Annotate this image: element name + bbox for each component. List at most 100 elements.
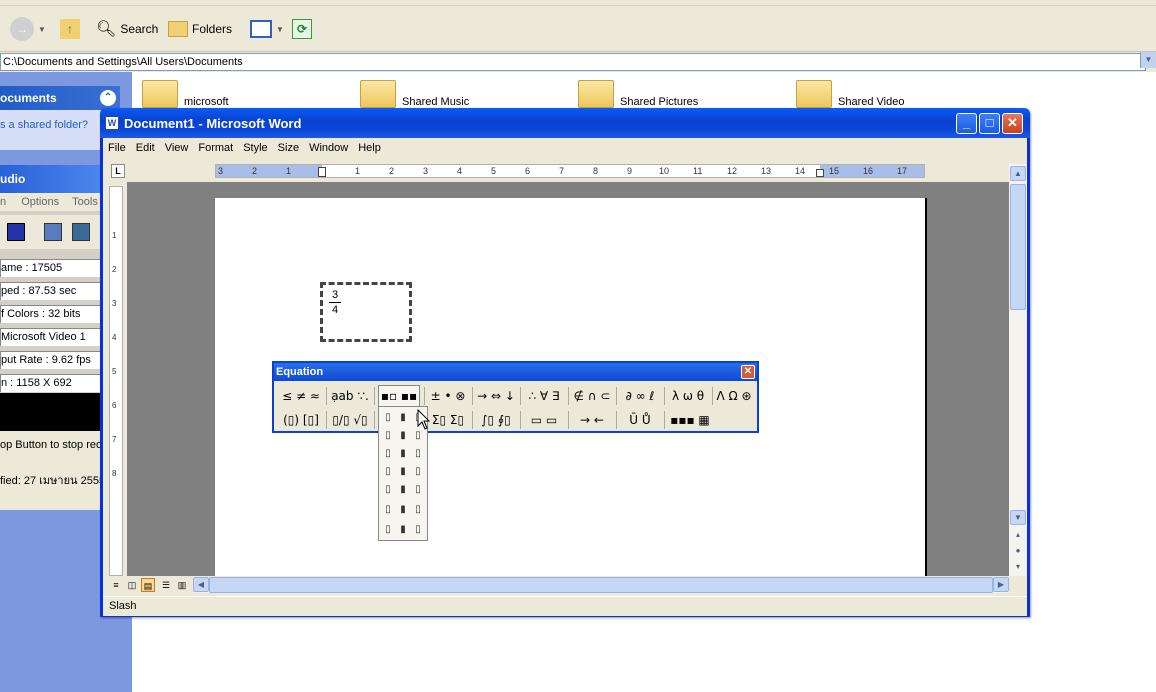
- scroll-right-icon[interactable]: ▶: [993, 577, 1009, 592]
- palette-item[interactable]: ▮: [396, 523, 410, 537]
- stop-icon[interactable]: [7, 223, 25, 241]
- fence-templates-button[interactable]: (▯) [▯]: [280, 409, 322, 431]
- equation-object[interactable]: 3 4: [320, 282, 412, 342]
- menu-file[interactable]: File: [103, 142, 131, 154]
- close-button[interactable]: ✕: [1002, 113, 1023, 134]
- palette-item[interactable]: ▮: [396, 447, 410, 461]
- address-input[interactable]: C:\Documents and Settings\All Users\Docu…: [0, 53, 1146, 71]
- tab-selector[interactable]: L: [111, 164, 125, 178]
- task-pane-header[interactable]: ocuments ⌃: [0, 86, 120, 110]
- forward-button[interactable]: → ▼: [10, 16, 46, 42]
- palette-item[interactable]: ▯: [381, 483, 395, 497]
- video-icon[interactable]: [72, 223, 90, 241]
- left-indent-marker[interactable]: [318, 167, 326, 177]
- scroll-left-icon[interactable]: ◀: [193, 577, 209, 592]
- palette-item[interactable]: ▯: [381, 429, 395, 443]
- palette-item[interactable]: ▯: [411, 523, 425, 537]
- vertical-ruler[interactable]: 1 2 3 4 5 6 7 8: [109, 186, 123, 576]
- word-titlebar[interactable]: W Document1 - Microsoft Word _ □ ✕: [100, 108, 1030, 138]
- menu-item[interactable]: n: [0, 196, 6, 208]
- folders-button[interactable]: Folders: [168, 16, 232, 42]
- scroll-up-icon[interactable]: ▲: [1010, 166, 1026, 181]
- palette-item[interactable]: ▯: [411, 483, 425, 497]
- menu-tools[interactable]: Tools: [72, 196, 98, 208]
- print-layout-icon[interactable]: ▤: [141, 578, 155, 592]
- relational-symbols-button[interactable]: ≤ ≠ ≈: [280, 385, 322, 407]
- palette-item[interactable]: ▯: [411, 465, 425, 479]
- web-layout-icon[interactable]: ◫: [125, 578, 139, 592]
- palette-item[interactable]: ▯: [381, 465, 395, 479]
- address-dropdown-icon[interactable]: ▼: [1140, 52, 1156, 68]
- menu-size[interactable]: Size: [273, 142, 304, 154]
- fraction-denominator[interactable]: 4: [329, 303, 341, 317]
- scroll-down-icon[interactable]: ▼: [1010, 510, 1026, 525]
- greek-uppercase-button[interactable]: Λ Ω ⊛: [714, 385, 754, 407]
- palette-item[interactable]: ▮: [396, 429, 410, 443]
- views-button[interactable]: ▼: [250, 16, 284, 42]
- minimize-button[interactable]: _: [956, 113, 977, 134]
- vertical-scrollbar[interactable]: ▲ ▼ ▴ ● ▾: [1009, 164, 1027, 578]
- maximize-button[interactable]: □: [979, 113, 1000, 134]
- menu-format[interactable]: Format: [193, 142, 238, 154]
- menu-edit[interactable]: Edit: [131, 142, 160, 154]
- folder-item[interactable]: Shared Video: [796, 80, 904, 108]
- palette-item[interactable]: ▯: [411, 429, 425, 443]
- refresh-button[interactable]: ⟳: [292, 16, 312, 42]
- search-button[interactable]: 🔍︎ Search: [96, 16, 158, 42]
- separator: [326, 411, 327, 429]
- folder-item[interactable]: microsoft: [142, 80, 229, 108]
- palette-item[interactable]: ▯: [381, 411, 395, 425]
- up-folder-button[interactable]: ↑: [60, 16, 80, 42]
- spaces-ellipses-button[interactable]: ạab ∵.: [330, 385, 370, 407]
- menu-view[interactable]: View: [160, 142, 194, 154]
- underbar-overbar-button[interactable]: ▭ ▭: [524, 409, 564, 431]
- labeled-arrow-button[interactable]: → ←: [572, 409, 612, 431]
- palette-item[interactable]: ▮: [396, 465, 410, 479]
- vertical-scroll-thumb[interactable]: [1010, 184, 1026, 310]
- misc-symbols-button[interactable]: ∂ ∞ ℓ: [620, 385, 660, 407]
- operator-symbols-button[interactable]: ± • ⊗: [428, 385, 468, 407]
- embellishments-button[interactable]: ▪▫ ▪▪: [378, 385, 420, 407]
- horizontal-scroll-thumb[interactable]: [209, 577, 993, 593]
- palette-item[interactable]: ▯: [411, 447, 425, 461]
- menu-options[interactable]: Options: [21, 196, 59, 208]
- palette-item[interactable]: ▮: [396, 411, 410, 425]
- palette-item[interactable]: ▮: [396, 483, 410, 497]
- logical-symbols-button[interactable]: ∴ ∀ ∃: [524, 385, 564, 407]
- palette-item[interactable]: ▯: [381, 447, 395, 461]
- collapse-icon[interactable]: ⌃: [100, 90, 116, 106]
- matrix-templates-button[interactable]: ▪▪▪ ▦: [668, 409, 712, 431]
- normal-view-icon[interactable]: ≡: [109, 578, 123, 592]
- horizontal-scrollbar[interactable]: ◀ ▶: [193, 577, 1009, 593]
- palette-item[interactable]: ▯: [381, 503, 395, 517]
- word-app-icon[interactable]: W: [105, 116, 119, 130]
- prev-page-icon[interactable]: ▴: [1010, 528, 1026, 543]
- equation-toolbar-title[interactable]: Equation ✕: [274, 363, 757, 381]
- folder-item[interactable]: Shared Music: [360, 80, 469, 108]
- set-theory-button[interactable]: ∉ ∩ ⊂: [572, 385, 612, 407]
- menu-style[interactable]: Style: [238, 142, 272, 154]
- menu-help[interactable]: Help: [353, 142, 386, 154]
- fraction-radical-button[interactable]: ▯/▯ √▯: [330, 409, 370, 431]
- settings-icon[interactable]: [44, 223, 62, 241]
- integral-button[interactable]: ∫▯ ∮▯: [476, 409, 516, 431]
- summation-button[interactable]: Σ▯ Σ▯: [428, 409, 468, 431]
- equation-close-button[interactable]: ✕: [741, 365, 755, 379]
- reading-layout-icon[interactable]: ▥: [175, 578, 189, 592]
- palette-item[interactable]: ▯: [381, 523, 395, 537]
- palette-item[interactable]: ▮: [396, 503, 410, 517]
- arrow-symbols-button[interactable]: → ⇔ ↓: [476, 385, 516, 407]
- browse-object-icon[interactable]: ●: [1010, 544, 1026, 559]
- folder-item[interactable]: Shared Pictures: [578, 80, 698, 108]
- fraction[interactable]: 3 4: [329, 288, 341, 317]
- menu-window[interactable]: Window: [304, 142, 353, 154]
- shared-folder-link[interactable]: s a shared folder?: [0, 119, 88, 131]
- outline-view-icon[interactable]: ☰: [159, 578, 173, 592]
- right-indent-marker[interactable]: [816, 169, 824, 177]
- greek-lowercase-button[interactable]: λ ω θ: [668, 385, 708, 407]
- palette-item[interactable]: ▯: [411, 503, 425, 517]
- next-page-icon[interactable]: ▾: [1010, 560, 1026, 575]
- horizontal-ruler[interactable]: 3 2 1 1 2 3 4 5 6 7 8 9 10 11 12 13 14 1…: [215, 164, 925, 178]
- products-set-theory-button[interactable]: Ū Ů: [620, 409, 660, 431]
- fraction-numerator[interactable]: 3: [329, 288, 341, 303]
